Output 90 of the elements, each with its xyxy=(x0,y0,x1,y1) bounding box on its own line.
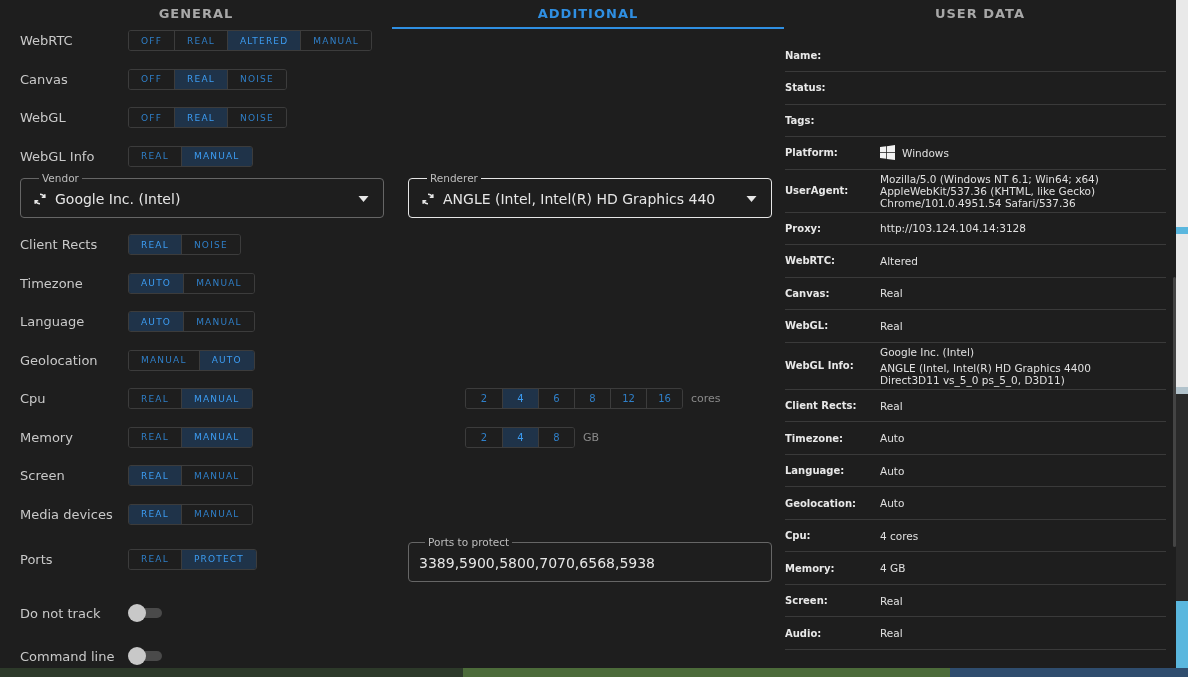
field-value: Google Inc. (Intel) xyxy=(880,345,974,358)
segment-option[interactable]: REAL xyxy=(174,69,227,89)
toggle-switch[interactable] xyxy=(128,604,162,622)
field-value: Real xyxy=(880,627,903,640)
dropdown-select[interactable]: Renderer ANGLE (Intel, Intel(R) HD Graphics 440 xyxy=(408,172,772,218)
field-value: Auto xyxy=(880,432,905,445)
setting-label: Media devices xyxy=(20,506,114,522)
segment-option[interactable]: MANUAL xyxy=(183,273,254,293)
setting-label: Do not track xyxy=(20,605,102,621)
segment-option[interactable]: MANUAL xyxy=(300,31,371,50)
number-option[interactable]: 8 xyxy=(538,427,574,447)
segment-option[interactable]: MANUAL xyxy=(180,427,252,447)
field-label: Status: xyxy=(785,82,827,94)
field-value: Auto xyxy=(880,464,905,477)
segment-option[interactable]: MANUAL xyxy=(180,389,252,408)
field-value: Windows xyxy=(902,146,949,159)
field-label: Client Rects: xyxy=(785,400,858,412)
field-value: Auto xyxy=(880,497,905,510)
field-label: Tags: xyxy=(785,114,816,126)
field-value: http://103.124.104.14:3128 xyxy=(880,222,1026,235)
scrollbar[interactable] xyxy=(1173,276,1176,547)
tab[interactable]: ADDITIONAL xyxy=(392,0,784,29)
segment-option[interactable]: AUTO xyxy=(129,312,184,331)
segment-option[interactable]: REAL xyxy=(129,504,181,524)
segment-option[interactable]: MANUAL xyxy=(183,312,254,331)
field-label: WebGL Info: xyxy=(785,360,855,372)
toggle-switch[interactable] xyxy=(128,647,162,665)
number-option[interactable]: 16 xyxy=(646,389,682,408)
setting-label: Language xyxy=(20,314,86,329)
unit-label: cores xyxy=(691,392,721,405)
refresh-icon[interactable] xyxy=(33,191,47,206)
segment-option[interactable]: NOISE xyxy=(226,108,286,127)
segment-option[interactable]: MANUAL xyxy=(180,146,252,166)
setting-label: Screen xyxy=(20,468,66,483)
number-option[interactable]: 4 xyxy=(502,427,538,447)
tab[interactable]: USER DATA xyxy=(784,0,1176,29)
field-label: WebGL: xyxy=(785,320,830,332)
setting-label: Cpu xyxy=(20,391,47,406)
field-value: Real xyxy=(880,399,903,412)
ports-input-field[interactable]: Ports to protect 3389,5900,5800,7070,6568,5938 xyxy=(408,536,772,582)
segment-option[interactable]: PROTECT xyxy=(180,549,257,569)
field-value: Mozilla/5.0 (Windows NT 6.1; Win64; x64) AppleWebKit/537.36 (KHTML, like Gecko) Chrome/101.0.4951.54 Safari/537.36 xyxy=(880,172,1100,209)
field-label: Timezone: xyxy=(785,432,845,444)
setting-label: Geolocation xyxy=(20,352,99,368)
field-label: Memory: xyxy=(785,562,836,574)
field-label: Screen: xyxy=(785,595,829,607)
unit-label: GB xyxy=(583,430,600,444)
tab[interactable]: GENERAL xyxy=(0,0,392,29)
segment-option[interactable]: REAL xyxy=(129,466,181,485)
number-option[interactable]: 4 xyxy=(502,389,538,408)
field-value: ANGLE (Intel, Intel(R) HD Graphics 4400 Direct3D11 vs_5_0 ps_5_0, D3D11) xyxy=(880,361,1092,386)
field-value: Real xyxy=(880,287,903,300)
field-label: Canvas: xyxy=(785,287,831,299)
field-value: Altered xyxy=(880,254,918,267)
setting-label: Timezone xyxy=(20,275,84,291)
setting-label: Client Rects xyxy=(20,237,99,252)
segment-option[interactable]: AUTO xyxy=(198,350,254,370)
setting-label: Canvas xyxy=(20,71,69,87)
caret-icon xyxy=(358,195,369,202)
field-label: UserAgent: xyxy=(785,185,850,197)
segment-option[interactable]: NOISE xyxy=(180,235,240,254)
field-label: Cpu: xyxy=(785,530,812,542)
refresh-icon[interactable] xyxy=(421,191,435,206)
setting-label: Memory xyxy=(20,429,74,445)
field-label: Name: xyxy=(785,49,823,61)
field-label: Geolocation: xyxy=(785,497,858,509)
segment-option[interactable]: ALTERED xyxy=(226,31,301,50)
field-label: Proxy: xyxy=(785,222,823,234)
windows-logo-icon xyxy=(880,145,895,161)
segment-option[interactable]: REAL xyxy=(129,235,181,254)
field-label: WebRTC: xyxy=(785,255,837,267)
setting-label: WebGL Info xyxy=(20,148,96,164)
dropdown-select[interactable]: Vendor Google Inc. (Intel) xyxy=(20,172,384,218)
field-value: 4 GB xyxy=(880,562,906,575)
segment-option[interactable]: AUTO xyxy=(129,273,184,293)
segment-option[interactable]: NOISE xyxy=(226,69,286,89)
field-value: Real xyxy=(880,319,903,332)
field-label: Language: xyxy=(785,465,846,477)
field-label: Platform: xyxy=(785,147,839,159)
setting-label: Command line xyxy=(20,648,116,664)
segment-option[interactable]: REAL xyxy=(174,108,227,127)
caret-icon xyxy=(746,195,757,202)
setting-label: WebRTC xyxy=(20,33,74,48)
segment-option[interactable]: MANUAL xyxy=(180,466,252,485)
field-value: Real xyxy=(880,594,903,607)
setting-label: Ports xyxy=(20,551,54,567)
field-value: 4 cores xyxy=(880,529,919,542)
segment-option[interactable]: MANUAL xyxy=(180,504,252,524)
setting-label: WebGL xyxy=(20,110,67,125)
field-label: Audio: xyxy=(785,627,823,639)
